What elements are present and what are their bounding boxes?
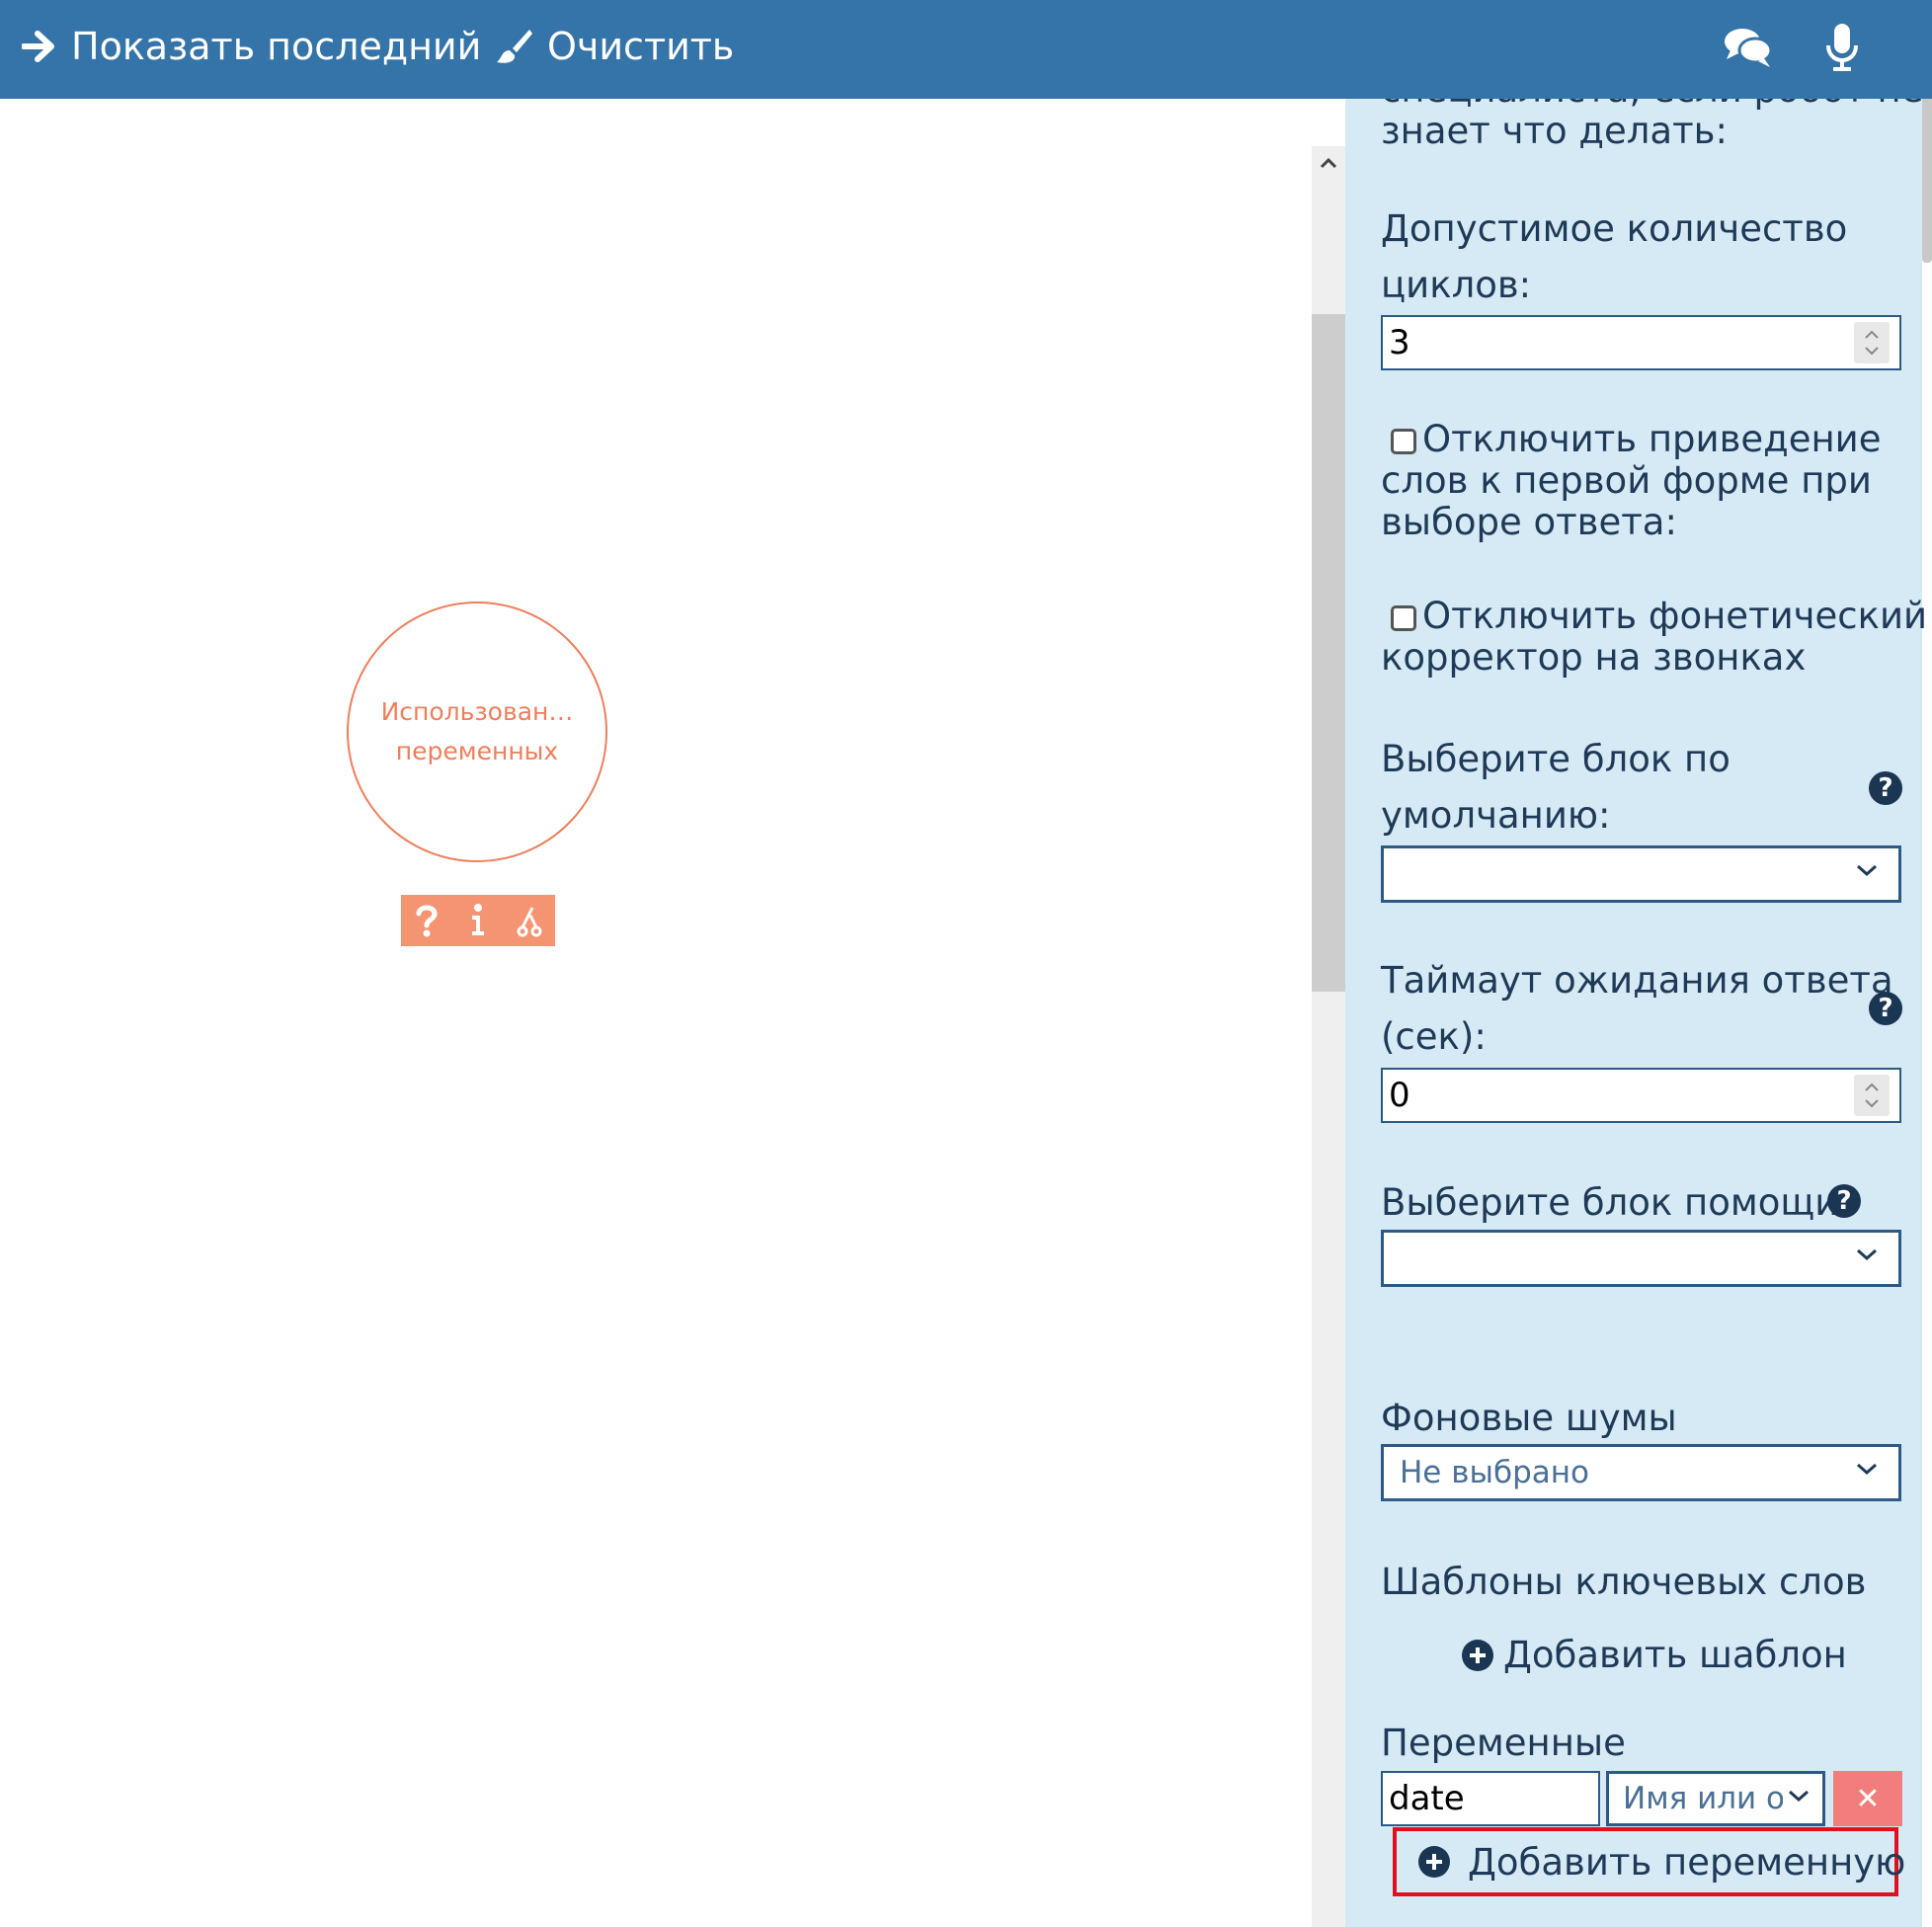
default-block-help-icon[interactable]: ? [1869,771,1902,805]
node-title-line1: Использован… [380,697,574,726]
cycles-label-line2: циклов: [1381,264,1532,306]
default-block-select[interactable] [1381,845,1901,903]
chevron-down-icon [1857,864,1877,877]
branch-icon[interactable] [510,901,549,940]
help-block-label: Выберите блок помощи: [1381,1181,1851,1224]
show-last-label: Показать последний [71,25,482,68]
disable-lemma-checkbox[interactable] [1391,429,1416,454]
spinner-down-icon[interactable] [1864,346,1880,356]
timeout-line1: Таймаут ожидания ответа [1381,959,1893,1002]
cycles-spinner[interactable] [1854,322,1890,363]
info-icon[interactable] [458,901,498,940]
timeout-label: Таймаут ожидания ответа (сек): [1381,952,1893,1065]
plus-circle-icon [1418,1846,1450,1878]
node-toolbar [401,895,555,946]
show-last-button[interactable]: Показать последний [22,0,481,93]
chevron-down-icon [1783,1788,1811,1804]
panel-scrollbar[interactable] [1922,99,1932,1927]
disable-phonetic-line1: Отключить фонетический [1422,595,1928,637]
node-title-line2: переменных [395,737,559,765]
arrow-right-icon [22,31,54,62]
brush-icon [497,30,532,63]
disable-phonetic-checkbox[interactable] [1391,605,1416,631]
chevron-down-icon [1857,1463,1877,1476]
default-block-label: Выберите блок по умолчанию: [1381,731,1731,843]
chevron-down-icon [1857,1248,1877,1261]
plus-circle-icon [1462,1639,1493,1671]
add-template-label: Добавить шаблон [1503,1634,1847,1676]
variable-type-select[interactable]: Имя или о [1606,1771,1825,1826]
flow-node[interactable]: Использован… переменных [347,602,607,862]
top-toolbar: Показать последний Очистить [0,0,1932,99]
timeout-value: 0 [1389,1076,1410,1115]
cycles-label-line1: Допустимое количество [1381,207,1848,250]
bg-noise-select[interactable]: Не выбрано [1381,1444,1901,1501]
disable-lemma-line2: слов к первой форме при [1381,459,1872,502]
timeout-spinner[interactable] [1854,1075,1890,1116]
help-block-help-icon[interactable]: ? [1827,1184,1861,1218]
cycles-value: 3 [1389,323,1410,362]
bg-noise-label: Фоновые шумы [1381,1397,1677,1439]
chat-icon[interactable] [1723,26,1774,73]
add-template-button[interactable]: Добавить шаблон [1462,1634,1847,1676]
flow-canvas[interactable] [0,99,1312,1927]
help-block-select[interactable] [1381,1230,1901,1287]
clear-label: Очистить [547,25,735,68]
bg-noise-value: Не выбрано [1400,1455,1590,1490]
disable-phonetic-line2: корректор на звонках [1381,636,1807,679]
cycles-label: Допустимое количество циклов: [1381,201,1847,313]
cycles-input[interactable]: 3 [1381,315,1901,370]
variable-name-input[interactable]: date [1381,1771,1600,1826]
close-icon: ✕ [1855,1781,1881,1816]
add-variable-button[interactable]: Добавить переменную [1393,1827,1905,1896]
microphone-icon[interactable] [1825,22,1859,77]
spinner-up-icon[interactable] [1864,1083,1880,1092]
clear-button[interactable]: Очистить [494,0,734,93]
disable-lemma-line3: выборе ответа: [1381,501,1677,543]
question-icon[interactable] [407,901,446,940]
disable-lemma-line1: Отключить приведение [1422,418,1882,460]
timeout-input[interactable]: 0 [1381,1068,1901,1123]
disable-phonetic-option: Отключить фонетический корректор на звон… [1381,596,1927,679]
spinner-up-icon[interactable] [1864,330,1880,340]
canvas-scrollbar-thumb[interactable] [1312,314,1345,992]
operator-label-line2: знает что делать: [1381,110,1728,152]
panel-scrollbar-thumb[interactable] [1922,99,1932,263]
variables-label: Переменные [1381,1722,1626,1764]
default-block-line2: умолчанию: [1381,794,1611,837]
variable-type-placeholder: Имя или о [1623,1781,1786,1816]
timeout-help-icon[interactable]: ? [1869,992,1902,1025]
timeout-line2: (сек): [1381,1015,1487,1058]
default-block-line1: Выберите блок по [1381,738,1731,780]
keyword-templates-label: Шаблоны ключевых слов [1381,1561,1867,1603]
disable-lemma-option: Отключить приведение слов к первой форме… [1381,419,1882,543]
scroll-up-icon[interactable] [1312,146,1345,180]
delete-variable-button[interactable]: ✕ [1833,1771,1902,1826]
add-variable-label: Добавить переменную [1468,1840,1906,1884]
spinner-down-icon[interactable] [1864,1098,1880,1108]
settings-panel: специалиста, если робот не знает что дел… [1345,99,1932,1927]
operator-label: специалиста, если робот не знает что дел… [1381,99,1923,152]
variable-name-value: date [1389,1779,1465,1818]
